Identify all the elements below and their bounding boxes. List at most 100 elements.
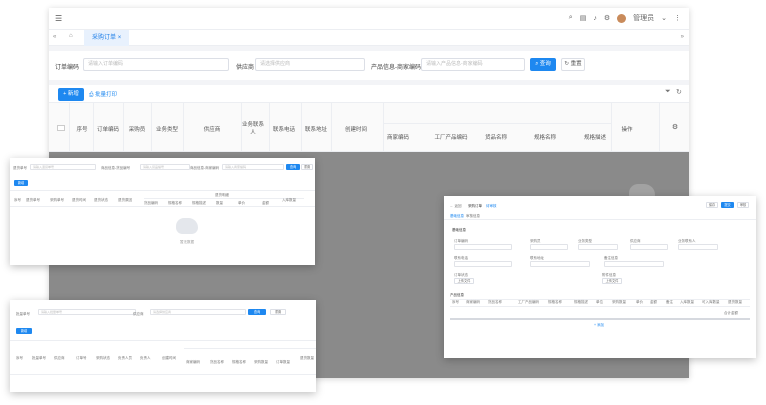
- reset-button[interactable]: ↻ 重置: [561, 58, 585, 71]
- upload-attachment-button[interactable]: 上传文件: [602, 278, 622, 284]
- product-header-cell: 单位: [596, 300, 603, 304]
- divider: [151, 103, 152, 153]
- header-cell: 退货单号: [26, 198, 40, 202]
- remark-field[interactable]: [604, 261, 664, 267]
- col-phone: 联系电话: [272, 127, 295, 133]
- sub-header-cell: 货品名称: [210, 360, 224, 364]
- settings-icon[interactable]: ⚙: [604, 14, 610, 22]
- col-address: 联系地址: [304, 127, 327, 133]
- order-no-field[interactable]: [454, 244, 512, 250]
- total-label: 合计金额: [724, 311, 738, 315]
- filter-icon[interactable]: ⏷: [665, 88, 671, 96]
- document-icon[interactable]: ▤: [580, 14, 587, 22]
- col-spec-name: 货品名称: [484, 135, 507, 141]
- reset-button[interactable]: 重置: [301, 164, 313, 170]
- double-chevron-right-icon[interactable]: »: [681, 34, 684, 40]
- reset-button-label: 重置: [570, 61, 582, 67]
- double-chevron-left-icon[interactable]: «: [53, 34, 56, 40]
- back-button[interactable]: ← 返回: [450, 204, 461, 209]
- order-detail-window: ← 返回 采购订单 待审核 保存 提交 审核 基础信息 审核信息 基础信息 订单…: [444, 196, 756, 358]
- divider: [144, 198, 304, 199]
- header-cell: 订单号: [76, 356, 87, 360]
- divider: [49, 80, 689, 85]
- reset-button[interactable]: 重置: [270, 309, 286, 315]
- supplier-field[interactable]: [630, 244, 668, 250]
- divider: [383, 123, 611, 124]
- settings-icon[interactable]: ⚙: [669, 123, 681, 131]
- col-factory-code: 工厂产品编码: [434, 135, 468, 141]
- supplier-label: 供应商: [133, 312, 144, 316]
- add-row-label: 添加: [597, 323, 605, 327]
- col-created: 创建时间: [344, 127, 367, 133]
- batch-print-button[interactable]: ⎙ 批量打印: [89, 90, 117, 99]
- submit-button[interactable]: 提交: [721, 202, 734, 208]
- product-header-cell: 入库数量: [680, 300, 694, 304]
- top-bar-right: ⌕ ▤ ♪ ⚙ 管理员 ⌄ ⋮: [569, 13, 681, 23]
- phone-field[interactable]: [454, 261, 512, 267]
- supplier-select[interactable]: 请选择供应商: [255, 58, 365, 71]
- add-button[interactable]: 新增: [16, 328, 32, 334]
- horizontal-scrollbar[interactable]: [450, 318, 750, 320]
- table-header: 序号 订单编码 采购员 业务类型 供应商 业务联系人 联系电话 联系地址 创建时…: [49, 102, 689, 153]
- tab-purchase-order[interactable]: 采购订单 ×: [84, 30, 130, 46]
- return-no-label: 退货单号: [13, 166, 27, 170]
- add-button[interactable]: + 新增: [58, 88, 84, 101]
- search-icon[interactable]: ⌕: [569, 14, 573, 22]
- divider: [269, 103, 270, 153]
- divider: [93, 103, 94, 153]
- search-button[interactable]: 查询: [248, 309, 266, 315]
- header-cell: 序号: [16, 356, 23, 360]
- more-icon[interactable]: ⋮: [674, 14, 681, 22]
- avatar[interactable]: [617, 13, 627, 23]
- divider: [450, 306, 750, 307]
- select-all-checkbox[interactable]: [57, 125, 65, 131]
- menu-icon[interactable]: ☰: [55, 14, 62, 23]
- batch-no-label: 批量单号: [16, 312, 30, 316]
- divider: [301, 103, 302, 153]
- search-button[interactable]: 查询: [286, 164, 300, 170]
- product-header-cell: 单价: [636, 300, 643, 304]
- close-icon[interactable]: ×: [118, 35, 122, 41]
- divider: [69, 103, 70, 153]
- header-cell: 序号: [14, 198, 21, 202]
- bell-icon[interactable]: ♪: [593, 15, 597, 22]
- divider: [10, 206, 315, 207]
- add-row-button[interactable]: + 添加: [594, 323, 604, 328]
- product-info-input[interactable]: 请输入产品信息-商家编码: [421, 58, 525, 71]
- merchant-code-input[interactable]: 请输入商家编码: [222, 164, 284, 170]
- sub-header-cell: 订单数量: [276, 360, 290, 364]
- address-field[interactable]: [530, 261, 590, 267]
- supplier-select[interactable]: 请选择供应商: [150, 309, 246, 315]
- upload-button[interactable]: 上传文件: [454, 278, 474, 284]
- refresh-icon[interactable]: ↻: [676, 88, 682, 96]
- goods-no-input[interactable]: 请输入货品编号: [140, 164, 190, 170]
- header-cell: 退货时间: [72, 198, 86, 202]
- tab-bar: « ⌂ 采购订单 × »: [49, 30, 689, 46]
- status-badge: 待审核: [486, 204, 497, 208]
- biz-type-field[interactable]: [578, 244, 618, 250]
- contact-field[interactable]: [678, 244, 718, 250]
- col-spec-name2: 规格名称: [533, 135, 556, 141]
- product-header-cell: 序号: [452, 300, 459, 304]
- add-button[interactable]: 新增: [14, 180, 28, 186]
- audit-button[interactable]: 审核: [737, 202, 749, 208]
- header-cell: 采购单号: [50, 198, 64, 202]
- chevron-down-icon[interactable]: ⌄: [661, 14, 667, 22]
- col-spec-desc: 规格描述: [583, 135, 606, 141]
- batch-no-input[interactable]: 请输入批量单号: [38, 309, 136, 315]
- empty-text: 暂无数据: [180, 240, 194, 244]
- buyer-field[interactable]: [530, 244, 568, 250]
- home-icon[interactable]: ⌂: [69, 33, 73, 39]
- header-cell: 入库数量: [282, 198, 296, 202]
- search-button[interactable]: ⌕ 查询: [530, 58, 556, 71]
- return-order-window: 退货单号 请输入退货单号 商品信息-货品编号 请输入货品编号 商品信息-商家编码…: [10, 158, 315, 265]
- product-header-cell: 规格名称: [548, 300, 562, 304]
- order-no-input[interactable]: 请输入订单编码: [83, 58, 229, 71]
- merchant-code-label: 商品信息-商家编码: [190, 166, 220, 170]
- user-name[interactable]: 管理员: [633, 13, 654, 23]
- divider: [184, 348, 316, 349]
- return-no-input[interactable]: 请输入退货单号: [30, 164, 96, 170]
- divider: [123, 103, 124, 153]
- col-contact: 业务联系人: [241, 122, 264, 136]
- save-button[interactable]: 保存: [706, 202, 718, 208]
